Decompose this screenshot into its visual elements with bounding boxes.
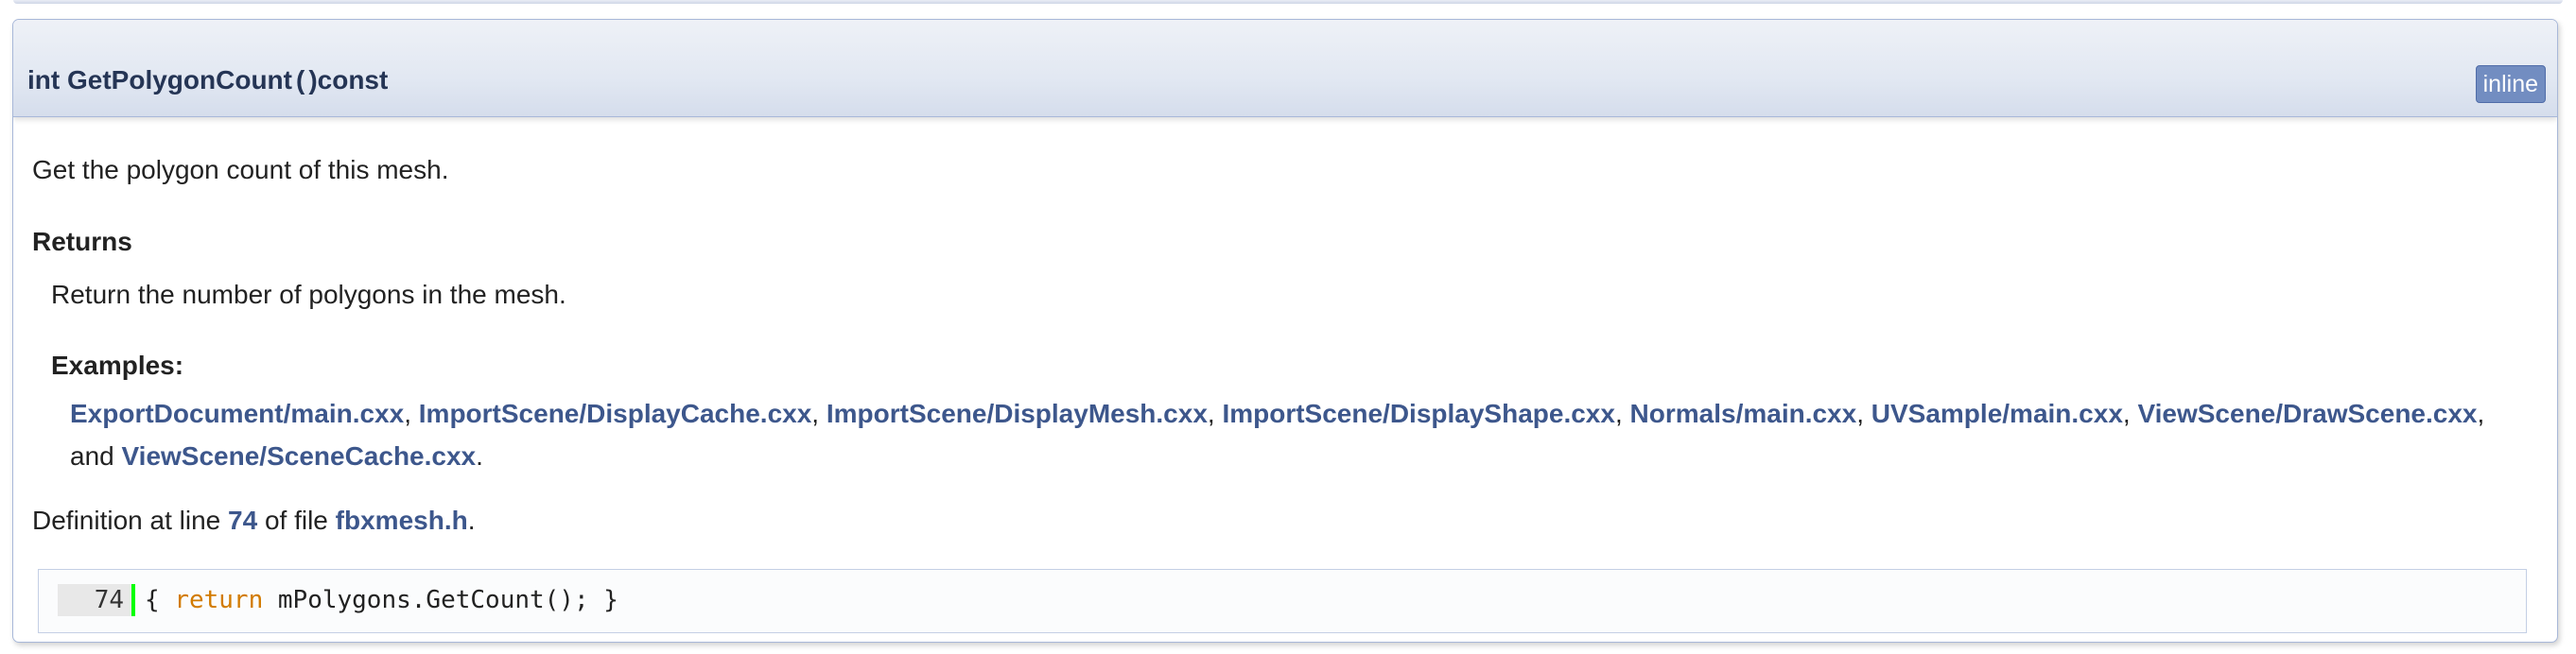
definition-end: . xyxy=(467,506,476,535)
examples-heading: Examples: xyxy=(51,351,184,380)
inline-badge: inline xyxy=(2475,65,2546,103)
examples-and-word: and xyxy=(70,441,114,471)
member-item: int GetPolygonCount()const inline Get th… xyxy=(12,19,2558,643)
returns-heading: Returns xyxy=(32,227,132,256)
open-paren: ( xyxy=(295,65,305,95)
example-link-normals-main[interactable]: Normals/main.cxx xyxy=(1630,399,1857,428)
example-link-viewscene-scenecache[interactable]: ViewScene/SceneCache.cxx xyxy=(122,441,477,471)
definition-location: Definition at line 74 of file fbxmesh.h. xyxy=(32,500,475,542)
example-link-importscene-displayshape[interactable]: ImportScene/DisplayShape.cxx xyxy=(1222,399,1615,428)
code-line-number[interactable]: 74 xyxy=(58,584,135,616)
member-prototype-header: int GetPolygonCount()const inline xyxy=(13,20,2557,117)
code-open-brace: { xyxy=(145,586,175,614)
example-link-viewscene-drawscene[interactable]: ViewScene/DrawScene.cxx xyxy=(2137,399,2477,428)
function-signature: int GetPolygonCount()const xyxy=(27,65,388,95)
close-paren: ) xyxy=(308,65,318,95)
const-qualifier: const xyxy=(317,65,389,95)
code-keyword-return: return xyxy=(174,586,264,614)
definition-line-link[interactable]: 74 xyxy=(228,506,257,535)
code-line: { return mPolygons.GetCount(); } xyxy=(145,584,618,616)
example-link-exportdocument-main[interactable]: ExportDocument/main.cxx xyxy=(70,399,404,428)
definition-prefix: Definition at line xyxy=(32,506,221,535)
code-fragment: 74 { return mPolygons.GetCount(); } xyxy=(38,569,2527,633)
example-link-importscene-displaycache[interactable]: ImportScene/DisplayCache.cxx xyxy=(419,399,812,428)
code-body: mPolygons.GetCount(); } xyxy=(263,586,618,614)
brief-description: Get the polygon count of this mesh. xyxy=(32,155,449,184)
example-link-importscene-displaymesh[interactable]: ImportScene/DisplayMesh.cxx xyxy=(827,399,1208,428)
example-link-uvsample-main[interactable]: UVSample/main.cxx xyxy=(1871,399,2123,428)
return-type: int xyxy=(27,65,61,95)
examples-list: ExportDocument/main.cxx, ImportScene/Dis… xyxy=(70,399,2485,471)
function-name: GetPolygonCount xyxy=(67,65,292,95)
definition-mid: of file xyxy=(264,506,328,535)
returns-description: Return the number of polygons in the mes… xyxy=(51,280,566,309)
previous-item-bottom-edge xyxy=(13,0,2563,4)
definition-file-link[interactable]: fbxmesh.h xyxy=(336,506,468,535)
